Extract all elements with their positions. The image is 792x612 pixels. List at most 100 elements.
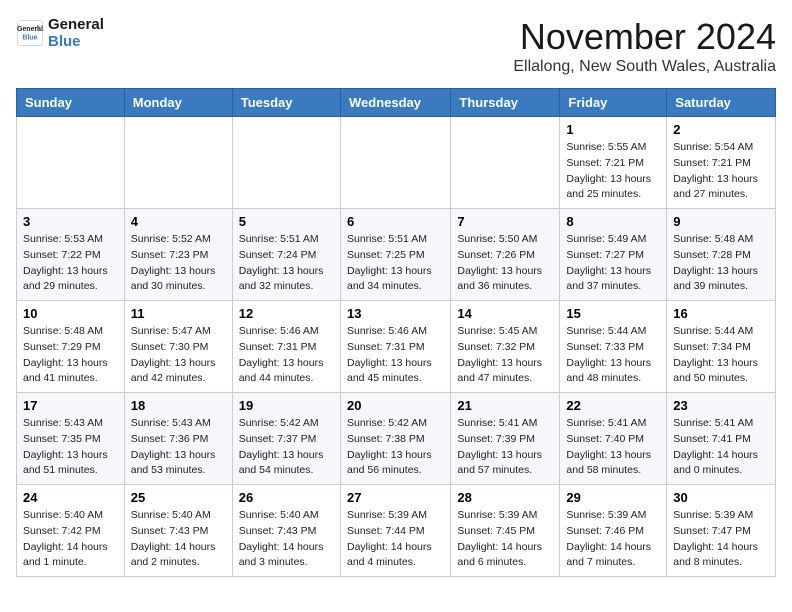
calendar-day-cell: 17Sunrise: 5:43 AM Sunset: 7:35 PM Dayli…: [17, 393, 125, 485]
calendar-day-cell: 3 Sunrise: 5:53 AM Sunset: 7:22 PM Daylig…: [17, 209, 125, 301]
day-info: Sunrise: 5:46 AM Sunset: 7:31 PM Dayligh…: [347, 324, 444, 387]
day-info: Sunrise: 5:41 AM Sunset: 7:41 PM Dayligh…: [673, 416, 769, 479]
day-number: 26: [239, 490, 334, 505]
day-number: 14: [457, 306, 553, 321]
day-number: 29: [566, 490, 660, 505]
day-number: 11: [131, 306, 226, 321]
day-number: 18: [131, 398, 226, 413]
calendar-week-row: 10Sunrise: 5:48 AM Sunset: 7:29 PM Dayli…: [17, 301, 776, 393]
calendar-day-cell: 21 Sunrise: 5:41 AM Sunset: 7:39 PM Dayli…: [451, 393, 560, 485]
day-number: 9: [673, 214, 769, 229]
day-number: 20: [347, 398, 444, 413]
calendar-day-cell: 7 Sunrise: 5:50 AM Sunset: 7:26 PM Daylig…: [451, 209, 560, 301]
day-number: 13: [347, 306, 444, 321]
day-number: 15: [566, 306, 660, 321]
day-info: Sunrise: 5:51 AM Sunset: 7:25 PM Dayligh…: [347, 232, 444, 295]
day-number: 5: [239, 214, 334, 229]
day-number: 21: [457, 398, 553, 413]
logo-icon: General Blue: [16, 19, 44, 47]
calendar-day-cell: 12 Sunrise: 5:46 AM Sunset: 7:31 PM Dayli…: [232, 301, 340, 393]
day-info: Sunrise: 5:44 AM Sunset: 7:34 PM Dayligh…: [673, 324, 769, 387]
calendar-table: SundayMondayTuesdayWednesdayThursdayFrid…: [16, 88, 776, 577]
calendar-day-cell: 13 Sunrise: 5:46 AM Sunset: 7:31 PM Dayli…: [340, 301, 450, 393]
day-number: 16: [673, 306, 769, 321]
calendar-day-cell: 9 Sunrise: 5:48 AM Sunset: 7:28 PM Daylig…: [667, 209, 776, 301]
day-number: 2: [673, 122, 769, 137]
day-info: Sunrise: 5:39 AM Sunset: 7:45 PM Dayligh…: [457, 508, 553, 571]
day-number: 4: [131, 214, 226, 229]
day-info: Sunrise: 5:41 AM Sunset: 7:39 PM Dayligh…: [457, 416, 553, 479]
day-info: Sunrise: 5:41 AM Sunset: 7:40 PM Dayligh…: [566, 416, 660, 479]
day-info: Sunrise: 5:45 AM Sunset: 7:32 PM Dayligh…: [457, 324, 553, 387]
weekday-header-cell: Thursday: [451, 89, 560, 117]
day-number: 23: [673, 398, 769, 413]
logo-text-line2: Blue: [48, 33, 104, 50]
day-number: 1: [566, 122, 660, 137]
calendar-body: 1 Sunrise: 5:55 AM Sunset: 7:21 PM Daylig…: [17, 117, 776, 577]
calendar-day-cell: 11 Sunrise: 5:47 AM Sunset: 7:30 PM Dayli…: [124, 301, 232, 393]
day-number: 19: [239, 398, 334, 413]
calendar-week-row: 3 Sunrise: 5:53 AM Sunset: 7:22 PM Daylig…: [17, 209, 776, 301]
day-info: Sunrise: 5:47 AM Sunset: 7:30 PM Dayligh…: [131, 324, 226, 387]
weekday-header-cell: Saturday: [667, 89, 776, 117]
day-info: Sunrise: 5:42 AM Sunset: 7:38 PM Dayligh…: [347, 416, 444, 479]
day-number: 27: [347, 490, 444, 505]
calendar-week-row: 1 Sunrise: 5:55 AM Sunset: 7:21 PM Daylig…: [17, 117, 776, 209]
calendar-week-row: 17Sunrise: 5:43 AM Sunset: 7:35 PM Dayli…: [17, 393, 776, 485]
calendar-day-cell: 1 Sunrise: 5:55 AM Sunset: 7:21 PM Daylig…: [560, 117, 667, 209]
calendar-day-cell: 10Sunrise: 5:48 AM Sunset: 7:29 PM Dayli…: [17, 301, 125, 393]
day-info: Sunrise: 5:43 AM Sunset: 7:35 PM Dayligh…: [23, 416, 118, 479]
calendar-day-cell: 15 Sunrise: 5:44 AM Sunset: 7:33 PM Dayli…: [560, 301, 667, 393]
calendar-day-cell: 24 Sunrise: 5:40 AM Sunset: 7:42 PM Dayli…: [17, 485, 125, 577]
calendar-day-cell: 18 Sunrise: 5:43 AM Sunset: 7:36 PM Dayli…: [124, 393, 232, 485]
weekday-header-cell: Friday: [560, 89, 667, 117]
calendar-day-cell: 29Sunrise: 5:39 AM Sunset: 7:46 PM Dayli…: [560, 485, 667, 577]
logo-text-line1: General: [48, 16, 104, 33]
calendar-week-row: 24 Sunrise: 5:40 AM Sunset: 7:42 PM Dayli…: [17, 485, 776, 577]
day-info: Sunrise: 5:53 AM Sunset: 7:22 PM Dayligh…: [23, 232, 118, 295]
day-info: Sunrise: 5:54 AM Sunset: 7:21 PM Dayligh…: [673, 140, 769, 203]
day-info: Sunrise: 5:40 AM Sunset: 7:42 PM Dayligh…: [23, 508, 118, 571]
calendar-day-cell: [451, 117, 560, 209]
calendar-day-cell: 22 Sunrise: 5:41 AM Sunset: 7:40 PM Dayli…: [560, 393, 667, 485]
day-info: Sunrise: 5:50 AM Sunset: 7:26 PM Dayligh…: [457, 232, 553, 295]
day-info: Sunrise: 5:51 AM Sunset: 7:24 PM Dayligh…: [239, 232, 334, 295]
calendar-day-cell: 2 Sunrise: 5:54 AM Sunset: 7:21 PM Daylig…: [667, 117, 776, 209]
day-number: 24: [23, 490, 118, 505]
weekday-header-row: SundayMondayTuesdayWednesdayThursdayFrid…: [17, 89, 776, 117]
day-info: Sunrise: 5:43 AM Sunset: 7:36 PM Dayligh…: [131, 416, 226, 479]
calendar-day-cell: [17, 117, 125, 209]
calendar-day-cell: 6 Sunrise: 5:51 AM Sunset: 7:25 PM Daylig…: [340, 209, 450, 301]
day-info: Sunrise: 5:44 AM Sunset: 7:33 PM Dayligh…: [566, 324, 660, 387]
title-section: November 2024 Ellalong, New South Wales,…: [513, 16, 776, 76]
day-number: 7: [457, 214, 553, 229]
calendar-day-cell: 26 Sunrise: 5:40 AM Sunset: 7:43 PM Dayli…: [232, 485, 340, 577]
day-number: 25: [131, 490, 226, 505]
day-info: Sunrise: 5:40 AM Sunset: 7:43 PM Dayligh…: [131, 508, 226, 571]
calendar-day-cell: 14 Sunrise: 5:45 AM Sunset: 7:32 PM Dayli…: [451, 301, 560, 393]
calendar-day-cell: [232, 117, 340, 209]
weekday-header-cell: Monday: [124, 89, 232, 117]
day-number: 10: [23, 306, 118, 321]
calendar-day-cell: [340, 117, 450, 209]
svg-text:Blue: Blue: [22, 34, 37, 41]
day-info: Sunrise: 5:39 AM Sunset: 7:44 PM Dayligh…: [347, 508, 444, 571]
logo: General Blue General Blue: [16, 16, 104, 50]
day-info: Sunrise: 5:49 AM Sunset: 7:27 PM Dayligh…: [566, 232, 660, 295]
day-info: Sunrise: 5:55 AM Sunset: 7:21 PM Dayligh…: [566, 140, 660, 203]
day-number: 3: [23, 214, 118, 229]
day-info: Sunrise: 5:46 AM Sunset: 7:31 PM Dayligh…: [239, 324, 334, 387]
day-number: 12: [239, 306, 334, 321]
calendar-day-cell: 5 Sunrise: 5:51 AM Sunset: 7:24 PM Daylig…: [232, 209, 340, 301]
location-title: Ellalong, New South Wales, Australia: [513, 58, 776, 76]
day-info: Sunrise: 5:40 AM Sunset: 7:43 PM Dayligh…: [239, 508, 334, 571]
calendar-day-cell: [124, 117, 232, 209]
calendar-day-cell: 8Sunrise: 5:49 AM Sunset: 7:27 PM Daylig…: [560, 209, 667, 301]
day-info: Sunrise: 5:42 AM Sunset: 7:37 PM Dayligh…: [239, 416, 334, 479]
day-info: Sunrise: 5:48 AM Sunset: 7:28 PM Dayligh…: [673, 232, 769, 295]
day-number: 22: [566, 398, 660, 413]
day-info: Sunrise: 5:39 AM Sunset: 7:47 PM Dayligh…: [673, 508, 769, 571]
calendar-day-cell: 27 Sunrise: 5:39 AM Sunset: 7:44 PM Dayli…: [340, 485, 450, 577]
day-info: Sunrise: 5:52 AM Sunset: 7:23 PM Dayligh…: [131, 232, 226, 295]
day-number: 6: [347, 214, 444, 229]
